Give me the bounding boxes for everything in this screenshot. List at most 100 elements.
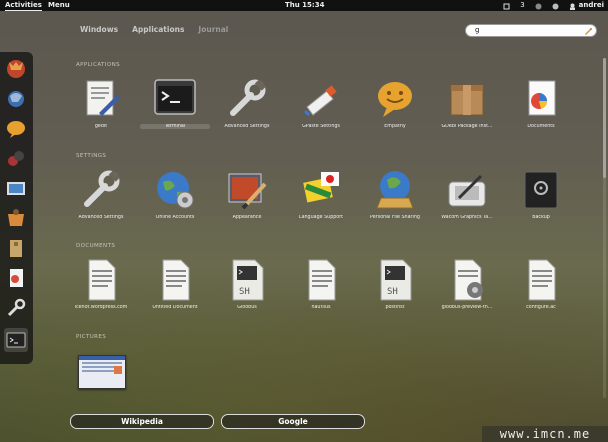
app-label: Terminal xyxy=(140,124,210,129)
dash-terminal-icon[interactable] xyxy=(4,328,28,352)
settings-tile-advanced-settings[interactable]: Advanced Settings xyxy=(66,168,136,220)
app-tile-gedit[interactable]: gedit xyxy=(66,77,136,129)
user-icon xyxy=(569,3,576,10)
settings-label: Advanced Settings xyxy=(78,215,124,220)
settings-label: Online Accounts xyxy=(155,215,195,220)
document-label: gloobus-preview-th... xyxy=(441,305,493,310)
text-file-icon xyxy=(445,258,489,302)
shell-script-icon: SH xyxy=(373,258,417,302)
flags-icon xyxy=(299,168,343,212)
dash-software-center-icon[interactable] xyxy=(4,206,28,230)
app-tile-terminal[interactable]: Terminal xyxy=(140,77,210,129)
text-file-icon xyxy=(153,258,197,302)
app-tile-documents[interactable]: Documents xyxy=(506,77,576,129)
search-provider-wikipedia[interactable]: Wikipedia xyxy=(70,414,214,429)
dash-archive-icon[interactable] xyxy=(4,236,28,260)
file-sharing-icon xyxy=(373,168,417,212)
dash-firefox-icon[interactable] xyxy=(4,56,28,80)
tab-journal[interactable]: Journal xyxy=(198,25,228,34)
top-panel: Activities Menu Thu 15:34 3 andrei xyxy=(0,0,608,11)
safe-icon xyxy=(519,168,563,212)
section-pictures-heading: PICTURES xyxy=(76,334,107,340)
settings-tile-backup[interactable]: Backup xyxy=(506,168,576,220)
settings-label: Personal File Sharing xyxy=(370,215,420,220)
settings-tile-wacom[interactable]: Wacom Graphics Ta... xyxy=(432,168,502,220)
search-provider-google[interactable]: Google xyxy=(221,414,365,429)
thumbnail-header xyxy=(79,356,125,360)
settings-label: Appearance xyxy=(232,215,262,220)
app-label: gedit xyxy=(94,124,108,129)
document-label: Untitled Document xyxy=(152,305,198,310)
text-file-icon xyxy=(519,258,563,302)
appearance-icon xyxy=(225,168,269,212)
settings-tile-appearance[interactable]: Appearance xyxy=(212,168,282,220)
dash-thunderbird-icon[interactable] xyxy=(4,86,28,110)
dash-documents-icon[interactable] xyxy=(4,266,28,290)
network-icon[interactable] xyxy=(503,3,510,10)
search-input[interactable]: g xyxy=(465,24,597,37)
document-tile-gloobus[interactable]: SH Gloobus xyxy=(212,258,282,310)
dash xyxy=(0,52,33,364)
paste-tube-icon xyxy=(299,77,343,121)
document-label: nautilus xyxy=(311,305,331,310)
settings-label: Language Support xyxy=(298,215,344,220)
text-file-icon xyxy=(79,258,123,302)
watermark: www.imcn.me xyxy=(482,426,608,442)
tab-applications[interactable]: Applications xyxy=(132,25,184,34)
thumbnail-line xyxy=(82,362,122,364)
documents-icon xyxy=(519,77,563,121)
dash-empathy-icon[interactable] xyxy=(4,116,28,140)
thumbnail-image xyxy=(114,366,122,374)
results-scrollbar[interactable] xyxy=(603,58,606,398)
clock[interactable]: Thu 15:34 xyxy=(285,0,324,11)
settings-label: Wacom Graphics Ta... xyxy=(441,215,493,220)
app-label: Advanced Settings xyxy=(224,124,270,129)
section-documents-heading: DOCUMENTS xyxy=(76,243,116,249)
wrench-icon xyxy=(225,77,269,121)
document-tile-gloobus-preview[interactable]: gloobus-preview-th... xyxy=(432,258,502,310)
volume-icon[interactable] xyxy=(535,3,542,10)
scrollbar-thumb[interactable] xyxy=(603,58,606,178)
document-label: configure.ac xyxy=(526,305,556,310)
document-tile-configure-ac[interactable]: configure.ac xyxy=(506,258,576,310)
workspace-count[interactable]: 3 xyxy=(520,0,524,11)
app-tile-gdebi[interactable]: GDebi Package Inst... xyxy=(432,77,502,129)
app-label: Documents xyxy=(527,124,555,129)
settings-label: Backup xyxy=(532,215,550,220)
dash-settings-icon[interactable] xyxy=(4,296,28,320)
activities-button[interactable]: Activities xyxy=(5,0,42,11)
document-tile-untitled[interactable]: Untitled Document xyxy=(140,258,210,310)
shell-script-icon: SH xyxy=(225,258,269,302)
tab-windows[interactable]: Windows xyxy=(80,25,118,34)
app-label: GPaste Settings xyxy=(302,124,340,129)
user-name: andrei xyxy=(578,1,604,9)
system-tray: 3 andrei xyxy=(503,0,604,11)
dash-rhythmbox-icon[interactable] xyxy=(4,146,28,170)
settings-tile-online-accounts[interactable]: Online Accounts xyxy=(140,168,210,220)
app-tile-advanced-settings[interactable]: Advanced Settings xyxy=(212,77,282,129)
gedit-icon xyxy=(79,77,123,121)
svg-text:SH: SH xyxy=(387,287,398,297)
picture-thumbnail[interactable] xyxy=(78,355,126,389)
app-label: GDebi Package Inst... xyxy=(441,124,493,129)
user-menu[interactable]: andrei xyxy=(569,0,604,11)
menu-button[interactable]: Menu xyxy=(48,0,70,11)
view-selector: Windows Applications Journal xyxy=(80,25,228,34)
app-tile-empathy[interactable]: Empathy xyxy=(360,77,430,129)
settings-tile-personal-file-sharing[interactable]: Personal File Sharing xyxy=(360,168,430,220)
document-tile-postinst[interactable]: SH postinst xyxy=(360,258,430,310)
settings-tile-language-support[interactable]: Language Support xyxy=(286,168,356,220)
tablet-icon xyxy=(445,168,489,212)
dash-shotwell-icon[interactable] xyxy=(4,176,28,200)
section-settings-heading: SETTINGS xyxy=(76,153,107,159)
text-file-icon xyxy=(299,258,343,302)
empathy-icon xyxy=(373,77,417,121)
app-tile-gpaste-settings[interactable]: GPaste Settings xyxy=(286,77,356,129)
svg-text:SH: SH xyxy=(239,287,250,297)
clear-search-icon[interactable] xyxy=(584,27,592,35)
wrench-icon xyxy=(79,168,123,212)
document-tile-icehot[interactable]: icehot.wordpress.com xyxy=(66,258,136,310)
document-tile-nautilus[interactable]: nautilus xyxy=(286,258,356,310)
power-icon[interactable] xyxy=(552,3,559,10)
document-label: icehot.wordpress.com xyxy=(74,305,128,310)
